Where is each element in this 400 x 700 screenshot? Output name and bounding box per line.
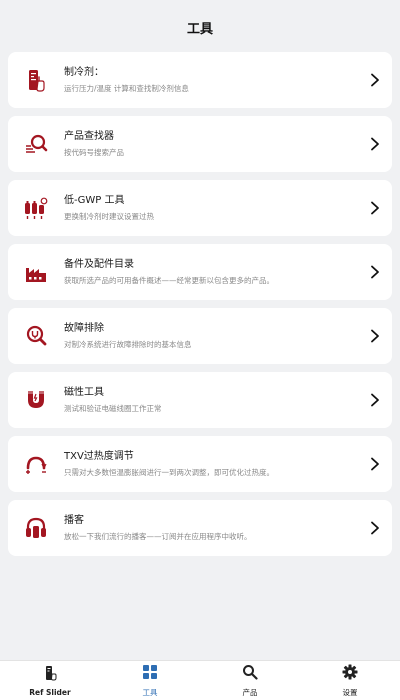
tool-description: 按代码号搜索产品 (64, 148, 124, 157)
tool-item-product-finder[interactable]: 产品查找器 按代码号搜索产品 (8, 116, 392, 172)
tool-item-podcast[interactable]: 播客 放松一下我们流行的播客——订阅并在应用程序中收听。 (8, 500, 392, 556)
nav-settings[interactable]: 设置 (300, 661, 400, 700)
chevron-right-icon (368, 201, 382, 215)
tool-title: 低-GWP 工具 (64, 195, 125, 206)
tool-item-spare-parts[interactable]: 备件及配件目录 获取所选产品的可用备件概述——经常更新以包含更多的产品。 (8, 244, 392, 300)
chevron-right-icon (368, 521, 382, 535)
tool-description: 放松一下我们流行的播客——订阅并在应用程序中收听。 (64, 532, 252, 541)
tool-item-troubleshooting[interactable]: 故障排除 对制冷系统进行故障排除时的基本信息 (8, 308, 392, 364)
app-header: 工具 (0, 0, 400, 52)
headphones-icon (8, 500, 64, 556)
tool-title: TXV过热度调节 (64, 451, 134, 462)
troubleshoot-icon (8, 308, 64, 364)
tool-item-magnetic[interactable]: 磁性工具 测试和验证电磁线圈工作正常 (8, 372, 392, 428)
grid-icon (142, 664, 158, 684)
nav-label: 设置 (342, 687, 358, 697)
tool-description: 运行压力/温度 计算和查找制冷剂信息 (64, 84, 189, 93)
tool-title: 磁性工具 (64, 387, 104, 398)
factory-icon (8, 244, 64, 300)
chevron-right-icon (368, 393, 382, 407)
tool-description: 测试和验证电磁线圈工作正常 (64, 404, 162, 413)
chevron-right-icon (368, 137, 382, 151)
magnet-icon (8, 372, 64, 428)
nav-label: 工具 (142, 687, 158, 697)
ref-slider-icon (42, 665, 58, 685)
chevron-right-icon (368, 457, 382, 471)
tool-title: 播客 (64, 515, 84, 526)
tool-item-low-gwp[interactable]: 低-GWP 工具 更换制冷剂时建议设置过热 (8, 180, 392, 236)
tool-item-refrigerant[interactable]: 制冷剂： 运行压力/温度 计算和查找制冷剂信息 (8, 52, 392, 108)
page-title: 工具 (186, 21, 213, 37)
txv-adjust-icon (8, 436, 64, 492)
search-icon (242, 664, 258, 684)
tool-description: 只需对大多数恒温膨胀阀进行一到两次调整，即可优化过热度。 (64, 468, 274, 477)
tool-title: 产品查找器 (64, 131, 114, 142)
nav-tools[interactable]: 工具 (100, 661, 200, 700)
tool-item-txv-superheat[interactable]: TXV过热度调节 只需对大多数恒温膨胀阀进行一到两次调整，即可优化过热度。 (8, 436, 392, 492)
search-icon (8, 116, 64, 172)
tool-description: 更换制冷剂时建议设置过热 (64, 212, 154, 221)
gear-icon (342, 664, 358, 684)
nav-products[interactable]: 产品 (200, 661, 300, 700)
tools-list: 制冷剂： 运行压力/温度 计算和查找制冷剂信息 产品查找器 按代码号搜索产品 低… (0, 52, 400, 556)
low-gwp-cylinders-icon (8, 180, 64, 236)
chevron-right-icon (368, 329, 382, 343)
bottom-nav: Ref Slider 工具 产品 设置 (0, 660, 400, 700)
nav-label: Ref Slider (29, 687, 71, 697)
chevron-right-icon (368, 265, 382, 279)
nav-label: 产品 (242, 687, 258, 697)
chevron-right-icon (368, 73, 382, 87)
tool-description: 获取所选产品的可用备件概述——经常更新以包含更多的产品。 (64, 276, 274, 285)
tool-title: 故障排除 (64, 323, 104, 334)
nav-ref-slider[interactable]: Ref Slider (0, 661, 100, 700)
refrigerant-gauge-icon (8, 52, 64, 108)
tool-description: 对制冷系统进行故障排除时的基本信息 (64, 340, 192, 349)
tool-title: 制冷剂： (64, 67, 104, 78)
tool-title: 备件及配件目录 (64, 259, 134, 270)
